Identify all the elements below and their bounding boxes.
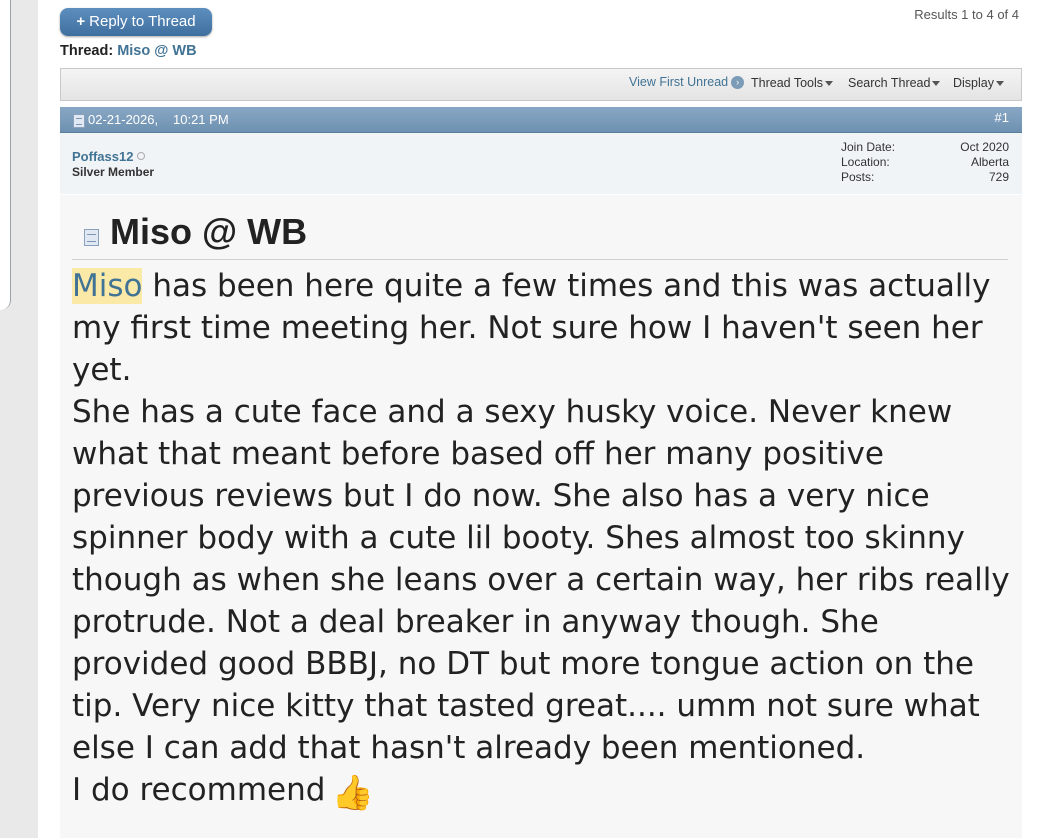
- location-value: Alberta: [970, 155, 1009, 169]
- title-divider: [72, 259, 1008, 260]
- post-message: Miso has been here quite a few times and…: [72, 265, 1016, 814]
- thread-prefix: Thread:: [60, 43, 114, 59]
- search-thread-menu[interactable]: Search Thread: [848, 76, 941, 90]
- reply-label: Reply to Thread: [89, 13, 196, 30]
- message-paragraph: Miso has been here quite a few times and…: [72, 265, 1016, 391]
- message-paragraph: She has a cute face and a sexy husky voi…: [72, 394, 1010, 766]
- display-menu[interactable]: Display: [953, 76, 1004, 90]
- join-date-label: Join Date:: [841, 140, 896, 154]
- post-header: 02-21-2026, 10:21 PM #1: [60, 107, 1022, 133]
- post-time: 10:21 PM: [173, 112, 229, 127]
- paragraph-text: has been here quite a few times and this…: [72, 268, 991, 388]
- post-title-icon: [84, 229, 99, 246]
- arrow-circle-icon: ›: [731, 76, 745, 90]
- post-body: Miso @ WB Miso has been here quite a few…: [60, 195, 1022, 838]
- thread-page: + Reply to Thread Results 1 to 4 of 4 Thr…: [38, 0, 1045, 838]
- post-title: Miso @ WB: [110, 211, 308, 252]
- thread-tools-menu[interactable]: Thread Tools: [751, 76, 834, 90]
- thread-tools-label: Thread Tools: [751, 76, 824, 90]
- thread-title-link[interactable]: Miso @ WB: [117, 43, 196, 59]
- location-label: Location:: [841, 155, 890, 169]
- plus-icon: +: [76, 13, 86, 30]
- join-date-value: Oct 2020: [960, 140, 1009, 154]
- view-first-unread-label: View First Unread: [629, 75, 729, 89]
- chevron-down-icon: [825, 81, 834, 87]
- reply-to-thread-button[interactable]: + Reply to Thread: [60, 8, 212, 36]
- message-paragraph: I do recommend 👍: [72, 769, 1016, 814]
- chevron-down-icon: [996, 81, 1004, 87]
- user-info: Poffass12 Silver Member Join Date: Oct 20…: [60, 133, 1022, 194]
- offline-status-icon: [137, 152, 146, 160]
- view-first-unread-link[interactable]: View First Unread ›: [629, 75, 745, 90]
- username-label: Poffass12: [72, 149, 134, 164]
- thumbs-up-icon: 👍: [331, 773, 374, 813]
- recommend-text: I do recommend: [72, 772, 326, 808]
- user-stats: Join Date: Oct 2020 Location: Alberta Post…: [841, 140, 1009, 185]
- search-thread-label: Search Thread: [848, 76, 931, 90]
- username-link[interactable]: Poffass12: [72, 149, 146, 164]
- highlighted-keyword: Miso: [72, 268, 143, 304]
- post-date: 02-21-2026,: [88, 112, 159, 127]
- post-number-link[interactable]: #1: [995, 110, 1009, 125]
- posts-value: 729: [988, 170, 1009, 184]
- thread-toolbar: View First Unread › Thread Tools Search T…: [60, 68, 1022, 101]
- display-label: Display: [953, 76, 994, 90]
- user-title: Silver Member: [72, 165, 155, 179]
- post-icon: [73, 114, 85, 128]
- results-count: Results 1 to 4 of 4: [914, 7, 1019, 22]
- thread-title: Thread: Miso @ WB: [60, 43, 197, 59]
- left-frame: [0, 0, 11, 310]
- posts-label: Posts:: [841, 170, 875, 184]
- chevron-down-icon: [932, 81, 941, 87]
